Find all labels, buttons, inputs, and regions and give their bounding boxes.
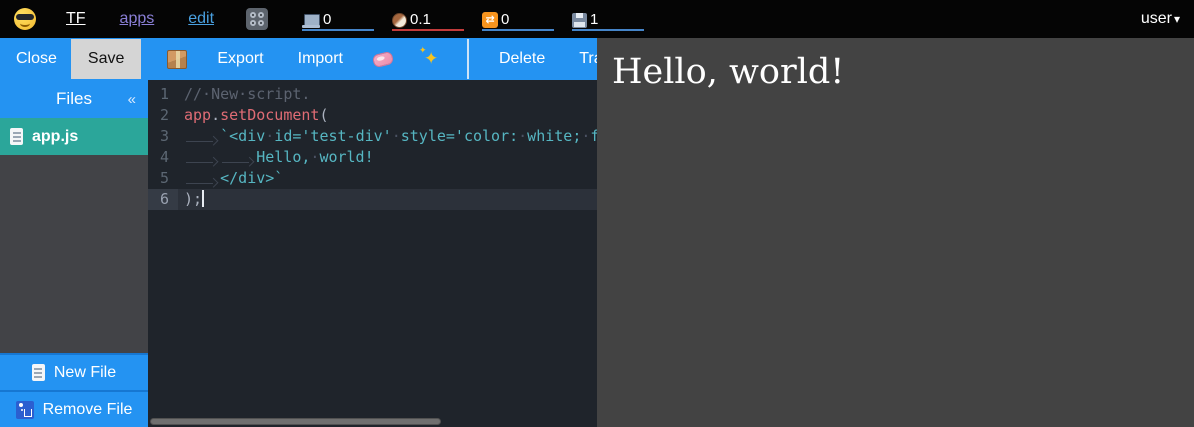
remove-file-icon bbox=[16, 401, 34, 419]
code-token: white; bbox=[527, 127, 581, 145]
line-content: //·New·script. bbox=[178, 84, 310, 105]
files-sidebar: Files « app.js New File Remove File bbox=[0, 80, 148, 427]
line-number: 1 bbox=[148, 84, 178, 105]
empty-toolbar-button[interactable] bbox=[467, 39, 469, 79]
edit-link[interactable]: edit bbox=[188, 10, 214, 28]
files-header: Files « bbox=[0, 80, 148, 118]
code-line[interactable]: 5 </div>` bbox=[148, 168, 597, 189]
code-token: //·New·script. bbox=[184, 85, 310, 103]
import-button[interactable]: Import bbox=[294, 50, 347, 68]
save-button[interactable]: Save bbox=[71, 39, 141, 79]
line-content: ); bbox=[178, 189, 204, 210]
code-token: ( bbox=[319, 106, 328, 124]
line-number: 5 bbox=[148, 168, 178, 189]
storage-stat-value: 1 bbox=[590, 11, 598, 28]
hamster-stat-value: 0.1 bbox=[410, 11, 431, 28]
code-line[interactable]: 1 //·New·script. bbox=[148, 84, 597, 105]
remove-file-label: Remove File bbox=[43, 401, 133, 419]
code-token: app bbox=[184, 106, 211, 124]
new-file-label: New File bbox=[54, 364, 116, 382]
close-button[interactable]: Close bbox=[12, 50, 61, 68]
hamster-stat-field[interactable]: 0.1 bbox=[392, 7, 464, 31]
repeat-stat-field[interactable]: ⇄ 0 bbox=[482, 7, 554, 31]
package-icon bbox=[167, 50, 187, 69]
code-token: · bbox=[392, 127, 401, 145]
cpu-stat-field[interactable]: 0 bbox=[302, 7, 374, 31]
new-file-icon bbox=[32, 364, 45, 381]
export-button[interactable]: Export bbox=[213, 50, 267, 68]
code-token: · bbox=[265, 127, 274, 145]
line-number: 4 bbox=[148, 147, 178, 168]
package-button[interactable] bbox=[167, 50, 187, 69]
repeat-stat-value: 0 bbox=[501, 11, 509, 28]
code-line[interactable]: 2app.setDocument( bbox=[148, 105, 597, 126]
document-icon bbox=[10, 128, 23, 145]
sidebar-actions: New File Remove File bbox=[0, 353, 148, 427]
storage-stat-field[interactable]: 1 bbox=[572, 7, 644, 31]
code-token: ); bbox=[184, 190, 202, 208]
line-content: `<div·id='test-div'·style='color:·white;… bbox=[178, 126, 597, 147]
user-menu-label: user bbox=[1141, 10, 1172, 28]
code-token: world! bbox=[319, 148, 373, 166]
cpu-stat-value: 0 bbox=[323, 11, 331, 28]
horizontal-scrollbar-thumb[interactable] bbox=[150, 418, 441, 425]
code-editor[interactable]: 1//·New·script.2app.setDocument(3`<div·i… bbox=[148, 80, 597, 427]
code-token: id='test-div' bbox=[274, 127, 391, 145]
editor-toolbar: Close Save Export Import ✦ ✦ Delete Trac… bbox=[0, 38, 597, 80]
line-number: 3 bbox=[148, 126, 178, 147]
new-file-button[interactable]: New File bbox=[0, 353, 148, 390]
code-line[interactable]: 6); bbox=[148, 189, 597, 210]
line-number: 2 bbox=[148, 105, 178, 126]
remove-file-button[interactable]: Remove File bbox=[0, 390, 148, 427]
soap-button[interactable] bbox=[373, 53, 393, 66]
code-token: f bbox=[590, 127, 597, 145]
smiley-sunglasses-icon[interactable] bbox=[14, 8, 36, 30]
sparkles-button[interactable]: ✦ ✦ bbox=[419, 48, 441, 70]
code-token: . bbox=[211, 106, 220, 124]
code-token: · bbox=[518, 127, 527, 145]
collapse-sidebar-button[interactable]: « bbox=[128, 80, 136, 118]
repeat-icon: ⇄ bbox=[482, 12, 498, 28]
text-cursor bbox=[202, 190, 204, 207]
code-token: `<div bbox=[220, 127, 265, 145]
files-title: Files bbox=[56, 89, 92, 109]
apps-link[interactable]: apps bbox=[120, 10, 155, 28]
delete-button[interactable]: Delete bbox=[495, 50, 549, 68]
preview-hello-text: Hello, world! bbox=[612, 52, 1194, 92]
code-area: 1//·New·script.2app.setDocument(3`<div·i… bbox=[148, 80, 597, 210]
line-content: Hello,·world! bbox=[178, 147, 374, 168]
brand-link-tf[interactable]: TF bbox=[66, 10, 86, 28]
user-menu[interactable]: user ▾ bbox=[1141, 10, 1180, 28]
line-number: 6 bbox=[148, 189, 178, 210]
soap-icon bbox=[372, 50, 395, 67]
laptop-icon bbox=[302, 14, 320, 28]
hamster-icon bbox=[392, 13, 407, 28]
line-content: </div>` bbox=[178, 168, 283, 189]
sparkles-icon: ✦ ✦ bbox=[419, 48, 441, 70]
code-token: Hello, bbox=[256, 148, 310, 166]
code-token: style='color: bbox=[401, 127, 518, 145]
preview-pane: Hello, world! bbox=[597, 38, 1194, 427]
code-line[interactable]: 4Hello,·world! bbox=[148, 147, 597, 168]
line-content: app.setDocument( bbox=[178, 105, 329, 126]
code-token: </div>` bbox=[220, 169, 283, 187]
code-token: setDocument bbox=[220, 106, 319, 124]
floppy-disk-icon bbox=[572, 13, 587, 28]
file-row-appjs[interactable]: app.js bbox=[0, 118, 148, 155]
top-bar: TF apps edit 0 0.1 ⇄ 0 1 user ▾ bbox=[0, 0, 1194, 38]
chevron-down-icon: ▾ bbox=[1174, 12, 1180, 26]
file-name: app.js bbox=[32, 128, 78, 146]
code-line[interactable]: 3`<div·id='test-div'·style='color:·white… bbox=[148, 126, 597, 147]
control-knobs-icon[interactable] bbox=[246, 8, 268, 30]
